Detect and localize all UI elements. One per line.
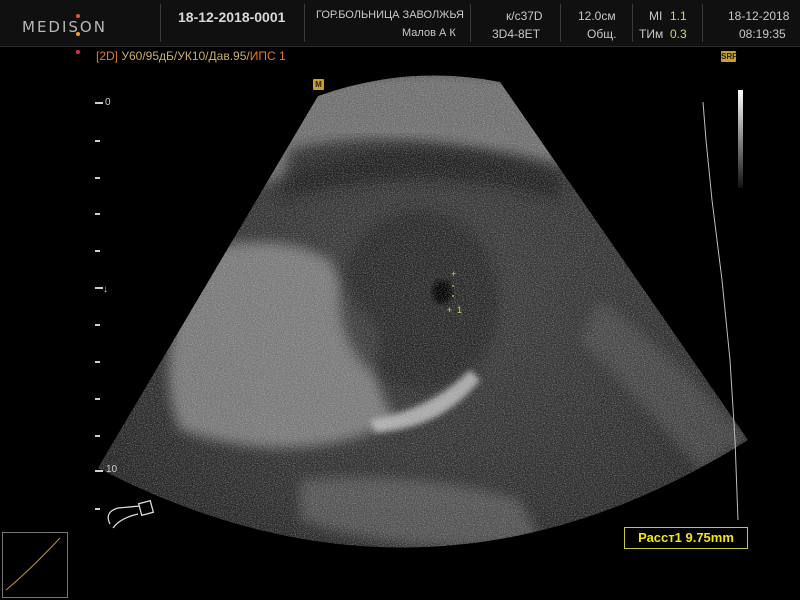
sector-scan (98, 75, 748, 548)
orientation-badge: M (313, 79, 324, 90)
gray-map-preview (2, 532, 68, 598)
srf-badge: SRF (721, 51, 737, 62)
depth-label-mid: 10 (106, 464, 118, 475)
measurement-result: Расст1 9.75mm (624, 527, 748, 549)
svg-text:+: + (451, 269, 456, 279)
svg-text:↓: ↓ (103, 284, 108, 295)
depth-label-top: 0 (105, 97, 111, 108)
grayscale-bar (738, 90, 743, 188)
svg-text:+: + (447, 305, 452, 315)
depth-scale: ↓ (95, 102, 108, 510)
caliper-label: 1 (457, 305, 463, 315)
probe-icon (107, 499, 155, 529)
ultrasound-image: + + ↓ (5, 75, 748, 591)
